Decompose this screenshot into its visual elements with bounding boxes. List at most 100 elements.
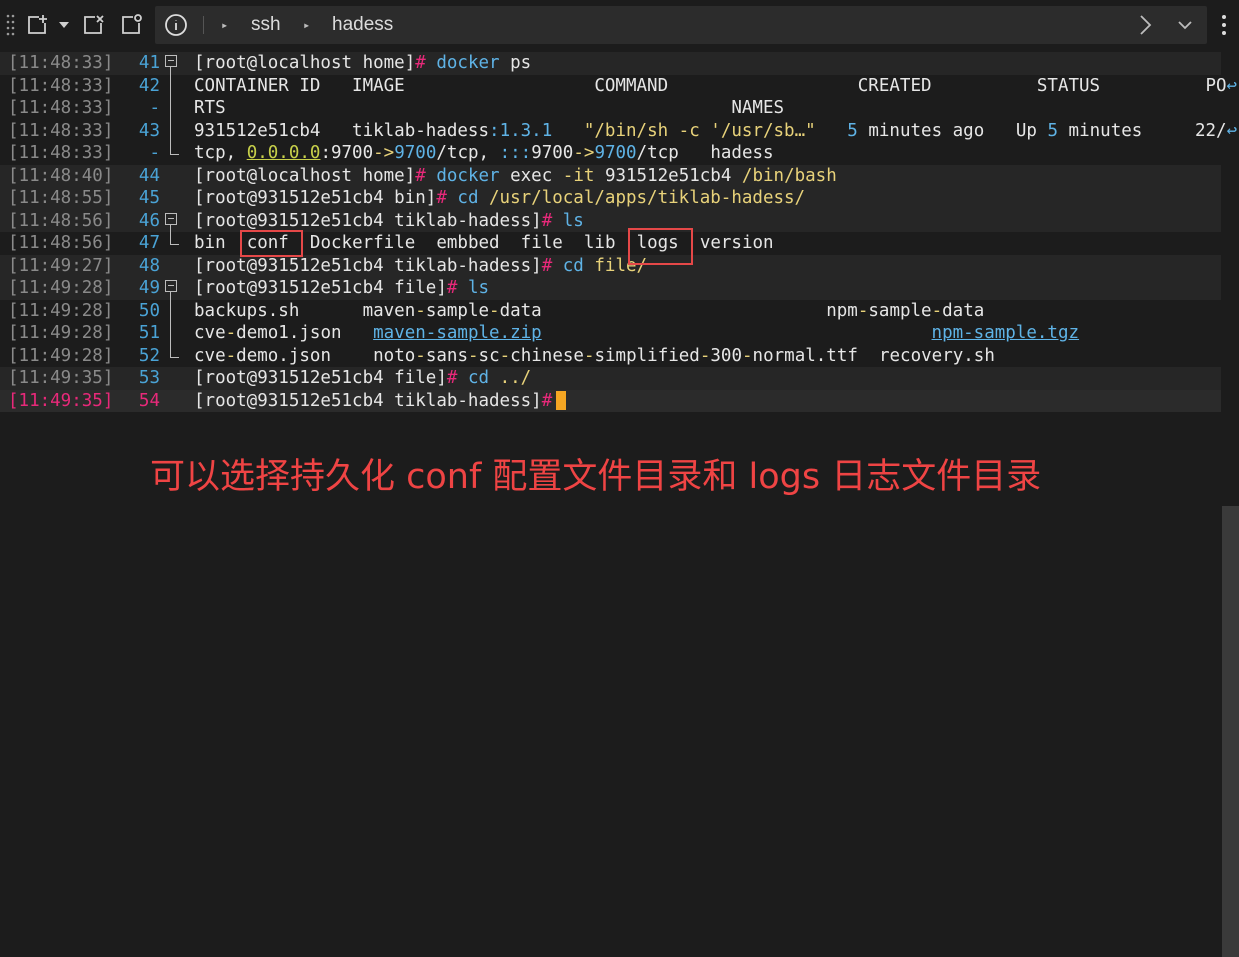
- dir-entry: embbed: [436, 233, 500, 253]
- line-number: -: [149, 143, 160, 163]
- terminal-line: [11:49:27] 48 [root@931512e51cb4 tiklab-…: [0, 254, 1221, 277]
- file-entry: 300: [710, 345, 742, 366]
- fold-guide: [170, 299, 171, 322]
- line-number: 54: [138, 390, 160, 411]
- text: tcp,: [194, 143, 247, 163]
- timestamp: [11:48:33]: [8, 53, 114, 73]
- prompt-hash: #: [446, 368, 458, 388]
- command-flag: -it: [562, 165, 595, 186]
- file-entry: data: [499, 300, 542, 321]
- terminal-line: [11:48:33] - tcp, 0.0.0.0:9700->9700/tcp…: [0, 142, 1221, 165]
- file-entry: chinese: [510, 345, 584, 366]
- terminal-line-current[interactable]: [11:49:35] 54 [root@931512e51cb4 tiklab-…: [0, 389, 1221, 413]
- text: /tcp,: [436, 143, 500, 163]
- file-entry: sample: [868, 300, 932, 321]
- fold-guide: [170, 97, 171, 120]
- output-text: cve-demo1.json maven-sample.zip npm-samp…: [194, 322, 1079, 345]
- output-text: cve-demo.json noto-sans-sc-chinese-simpl…: [194, 345, 995, 368]
- breadcrumb-item-hadess[interactable]: hadess: [332, 6, 393, 44]
- command: ls: [552, 210, 584, 231]
- timestamp: [11:48:33]: [8, 75, 114, 96]
- close-tab-icon[interactable]: [80, 10, 106, 40]
- command-string: '/usr/sb…": [710, 120, 816, 141]
- fold-toggle-icon[interactable]: [165, 212, 177, 236]
- path: /usr/local/apps/tiklab-hadess/: [478, 188, 806, 208]
- command-line: [root@931512e51cb4 file]# cd ../: [194, 367, 531, 390]
- command-input[interactable]: [root@931512e51cb4 tiklab-hadess]#: [194, 390, 567, 413]
- text: /tcp hadess: [636, 143, 774, 163]
- line-number: 51: [138, 323, 160, 343]
- output-text: CONTAINER ID IMAGE COMMAND CREATED STATU…: [194, 75, 1237, 98]
- terminal-line: [11:48:33] 41 [root@localhost home]# doc…: [0, 52, 1221, 78]
- dir-entry: Dockerfile: [309, 233, 416, 253]
- fold-guide-end: [170, 142, 179, 155]
- address-bar[interactable]: ▸ ssh ▸ hadess: [155, 6, 1207, 44]
- file-link[interactable]: maven-sample.zip: [373, 323, 542, 343]
- command-string: "/bin/sh -c: [583, 120, 711, 141]
- settings-tab-icon[interactable]: [118, 10, 144, 40]
- command-line: [root@931512e51cb4 tiklab-hadess]# ls: [194, 210, 584, 233]
- breadcrumb-item-ssh[interactable]: ssh: [251, 6, 281, 44]
- dir-entry: version: [699, 233, 774, 253]
- wrap-icon: ↩: [1226, 120, 1238, 141]
- info-icon[interactable]: [161, 10, 191, 40]
- terminal-line: [11:48:55] 45 [root@931512e51cb4 bin]# c…: [0, 187, 1221, 210]
- terminal-output[interactable]: [11:48:33] 41 [root@localhost home]# doc…: [0, 52, 1237, 413]
- timestamp: [11:49:35]: [8, 390, 114, 411]
- dir-entry: bin: [194, 233, 226, 253]
- command-line: [root@931512e51cb4 bin]# cd /usr/local/a…: [194, 187, 805, 210]
- line-number: 42: [138, 75, 160, 96]
- terminal-line: [11:49:35] 53 [root@931512e51cb4 file]# …: [0, 367, 1221, 390]
- fold-toggle-icon[interactable]: [165, 280, 177, 303]
- prompt: [root@931512e51cb4 tiklab-hadess]: [194, 390, 542, 411]
- chevron-down-icon[interactable]: [1173, 10, 1197, 40]
- command-line: [root@931512e51cb4 file]# ls: [194, 277, 489, 300]
- prompt: [root@931512e51cb4 file]: [194, 368, 447, 388]
- highlight-box-conf: [240, 230, 303, 257]
- port: 9700: [594, 143, 637, 163]
- status: minutes 22/: [1058, 120, 1227, 141]
- prompt-hash: #: [436, 188, 447, 208]
- drag-handle-icon[interactable]: [4, 10, 18, 40]
- chevron-down-icon[interactable]: [56, 10, 72, 40]
- text-cursor: [556, 391, 567, 410]
- scrollbar[interactable]: [1222, 506, 1239, 957]
- prompt: [root@931512e51cb4 tiklab-hadess]: [194, 255, 542, 276]
- ip-link[interactable]: 0.0.0.0: [247, 143, 321, 163]
- output-text: tcp, 0.0.0.0:9700->9700/tcp, :::9700->97…: [194, 142, 774, 165]
- file-entry: sample: [425, 300, 490, 321]
- terminal-line: [11:49:28] 49 [root@931512e51cb4 file]# …: [0, 277, 1221, 303]
- timestamp: [11:49:28]: [8, 345, 114, 366]
- timestamp: [11:49:28]: [8, 278, 114, 298]
- new-tab-icon[interactable]: [24, 10, 50, 40]
- fold-guide-end: [170, 232, 179, 245]
- prompt-hash: #: [415, 165, 426, 186]
- port: 9700: [531, 143, 574, 163]
- hyphen: -: [225, 323, 237, 343]
- command: docker: [425, 165, 500, 186]
- command: cd: [446, 188, 479, 208]
- timestamp: [11:49:27]: [8, 255, 114, 276]
- command-arg: 931512e51cb4: [594, 165, 742, 186]
- file-entry: sc: [478, 345, 500, 366]
- command-arg: exec: [499, 165, 563, 186]
- hyphen: -: [415, 345, 426, 366]
- prompt-hash: #: [415, 53, 426, 73]
- timestamp: [11:48:33]: [8, 98, 114, 118]
- chevron-right-icon[interactable]: [1133, 10, 1157, 40]
- fold-toggle-icon[interactable]: [165, 55, 177, 78]
- number: 5: [847, 120, 858, 141]
- hyphen: -: [468, 345, 479, 366]
- container-row: 931512e51cb4 tiklab-hadess: [194, 120, 490, 141]
- file-link[interactable]: npm-sample.tgz: [932, 323, 1080, 343]
- line-number: 44: [138, 165, 160, 186]
- file-entry: normal.ttf: [752, 345, 858, 366]
- more-icon[interactable]: [1216, 10, 1232, 40]
- line-number: -: [149, 98, 160, 118]
- line-number: 48: [138, 255, 160, 276]
- file-entry: cve: [194, 345, 226, 366]
- hyphen: -: [225, 345, 237, 366]
- timestamp: [11:49:28]: [8, 300, 114, 321]
- prompt-hash: #: [541, 390, 553, 411]
